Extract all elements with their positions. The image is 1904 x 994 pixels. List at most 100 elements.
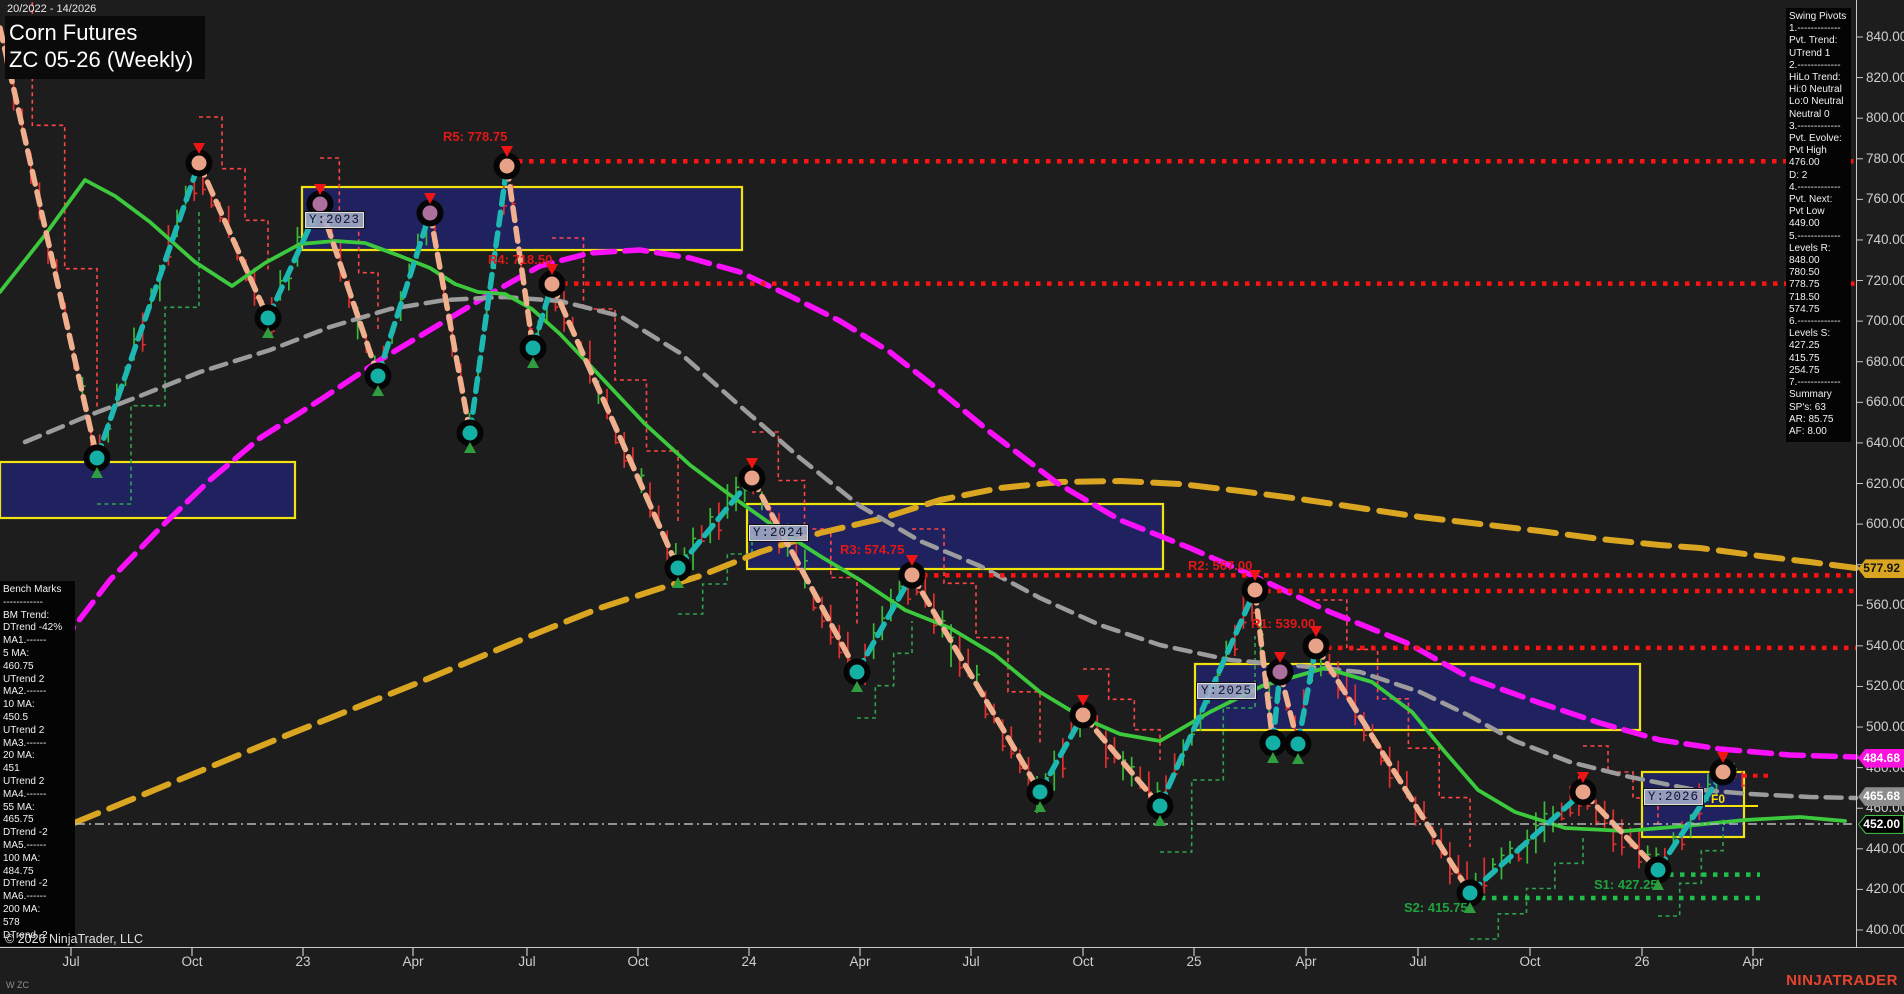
instrument-title: Corn Futures ZC 05-26 (Weekly): [5, 16, 205, 79]
time-axis-label[interactable]: Jul: [962, 954, 979, 969]
visible-date-range: 20/2022 - 14/2026: [7, 3, 96, 15]
panel-line: MA2.------: [3, 686, 73, 699]
year-range-label: Y:2026: [1644, 789, 1703, 805]
instrument-tag: W ZC: [6, 980, 29, 990]
swing-pivots-title: Swing Pivots: [1789, 11, 1849, 23]
chart-canvas[interactable]: [0, 0, 1904, 994]
price-tag: 577.92: [1858, 559, 1904, 578]
panel-line: SP's: 63: [1789, 402, 1849, 414]
price-axis-label[interactable]: 700.00: [1866, 313, 1904, 328]
price-axis-label[interactable]: 680.00: [1866, 354, 1904, 369]
panel-line: 4.-------------: [1789, 182, 1849, 194]
panel-line: MA4.------: [3, 789, 73, 802]
price-tag: 452.00: [1858, 815, 1904, 834]
instrument-name: Corn Futures: [9, 19, 193, 46]
panel-line: MA1.------: [3, 635, 73, 648]
price-axis-label[interactable]: 440.00: [1866, 841, 1904, 856]
panel-line: D: 2: [1789, 170, 1849, 182]
ninjatrader-logo: NINJATRADER: [1786, 972, 1898, 989]
time-axis-label[interactable]: 24: [741, 954, 756, 969]
panel-line: 7.-------------: [1789, 377, 1849, 389]
panel-line: 848.00: [1789, 255, 1849, 267]
price-axis-label[interactable]: 420.00: [1866, 881, 1904, 896]
fib-f0-label: F0: [1711, 792, 1725, 806]
price-axis-label[interactable]: 660.00: [1866, 394, 1904, 409]
price-axis-label[interactable]: 500.00: [1866, 719, 1904, 734]
panel-line: MA6.------: [3, 891, 73, 904]
panel-line: AF: 8.00: [1789, 426, 1849, 438]
panel-line: Neutral 0: [1789, 109, 1849, 121]
resistance-level-label: R3: 574.75: [840, 542, 904, 557]
resistance-level-label: R1: 539.00: [1251, 616, 1315, 631]
panel-line: AR: 85.75: [1789, 414, 1849, 426]
price-axis-label[interactable]: 820.00: [1866, 70, 1904, 85]
panel-line: 460.75: [3, 661, 73, 674]
resistance-level-label: R5: 778.75: [443, 129, 507, 144]
panel-line: MA3.------: [3, 738, 73, 751]
chart-window: 20/2022 - 14/2026 Corn Futures ZC 05-26 …: [0, 0, 1904, 994]
time-axis-label[interactable]: Oct: [181, 954, 202, 969]
time-axis-label[interactable]: Jul: [518, 954, 535, 969]
price-axis-label[interactable]: 520.00: [1866, 678, 1904, 693]
time-axis-label[interactable]: Apr: [849, 954, 870, 969]
panel-line: 55 MA:: [3, 802, 73, 815]
price-axis-label[interactable]: 840.00: [1866, 29, 1904, 44]
support-level-label: S2: 415.75: [1404, 900, 1468, 915]
price-axis-label[interactable]: 400.00: [1866, 922, 1904, 937]
price-axis-label[interactable]: 760.00: [1866, 191, 1904, 206]
time-axis-label[interactable]: 26: [1634, 954, 1649, 969]
panel-line: 484.75: [3, 866, 73, 879]
price-axis-label[interactable]: 800.00: [1866, 110, 1904, 125]
time-axis-label[interactable]: Jul: [1409, 954, 1426, 969]
price-axis-label[interactable]: 560.00: [1866, 597, 1904, 612]
price-axis-label[interactable]: 620.00: [1866, 476, 1904, 491]
panel-line: UTrend 2: [3, 725, 73, 738]
panel-line: UTrend 2: [3, 776, 73, 789]
time-axis-label[interactable]: Oct: [627, 954, 648, 969]
panel-line: Pvt. Next:: [1789, 194, 1849, 206]
panel-line: Pvt Low: [1789, 206, 1849, 218]
panel-line: HiLo Trend:: [1789, 72, 1849, 84]
time-axis-label[interactable]: 25: [1186, 954, 1201, 969]
price-axis-label[interactable]: 640.00: [1866, 435, 1904, 450]
time-axis-label[interactable]: Oct: [1072, 954, 1093, 969]
panel-line: 449.00: [1789, 218, 1849, 230]
time-axis-label[interactable]: Apr: [402, 954, 423, 969]
price-axis-label[interactable]: 540.00: [1866, 638, 1904, 653]
panel-line: 6.-------------: [1789, 316, 1849, 328]
panel-line: 451: [3, 763, 73, 776]
panel-line: DTrend -42%: [3, 622, 73, 635]
panel-line: 427.25: [1789, 340, 1849, 352]
price-tag: 465.68: [1858, 787, 1904, 806]
price-tag: 484.68: [1858, 749, 1904, 768]
time-axis-label[interactable]: Jul: [62, 954, 79, 969]
price-axis-label[interactable]: 720.00: [1866, 273, 1904, 288]
time-axis-label[interactable]: Oct: [1519, 954, 1540, 969]
panel-line: BM Trend:: [3, 610, 73, 623]
panel-line: 450.5: [3, 712, 73, 725]
panel-line: 254.75: [1789, 365, 1849, 377]
panel-line: 578: [3, 917, 73, 930]
price-axis-label[interactable]: 780.00: [1866, 151, 1904, 166]
time-axis-label[interactable]: Apr: [1742, 954, 1763, 969]
panel-line: Levels R:: [1789, 243, 1849, 255]
year-range-label: Y:2023: [305, 212, 364, 228]
contract-period: ZC 05-26 (Weekly): [9, 46, 193, 73]
panel-line: Lo:0 Neutral: [1789, 96, 1849, 108]
panel-line: Levels S:: [1789, 328, 1849, 340]
panel-line: UTrend 2: [3, 674, 73, 687]
panel-line: 574.75: [1789, 304, 1849, 316]
panel-line: 778.75: [1789, 279, 1849, 291]
panel-line: 200 MA:: [3, 904, 73, 917]
panel-line: 718.50: [1789, 292, 1849, 304]
time-axis-label[interactable]: 23: [295, 954, 310, 969]
panel-line: MA5.------: [3, 840, 73, 853]
price-axis-label[interactable]: 740.00: [1866, 232, 1904, 247]
swing-pivots-panel: Swing Pivots 1.-------------Pvt. Trend:U…: [1786, 8, 1851, 442]
panel-line: Hi:0 Neutral: [1789, 84, 1849, 96]
panel-line: DTrend -2: [3, 878, 73, 891]
time-axis-label[interactable]: Apr: [1295, 954, 1316, 969]
price-axis-label[interactable]: 600.00: [1866, 516, 1904, 531]
panel-line: Pvt High: [1789, 145, 1849, 157]
panel-line: 465.75: [3, 814, 73, 827]
